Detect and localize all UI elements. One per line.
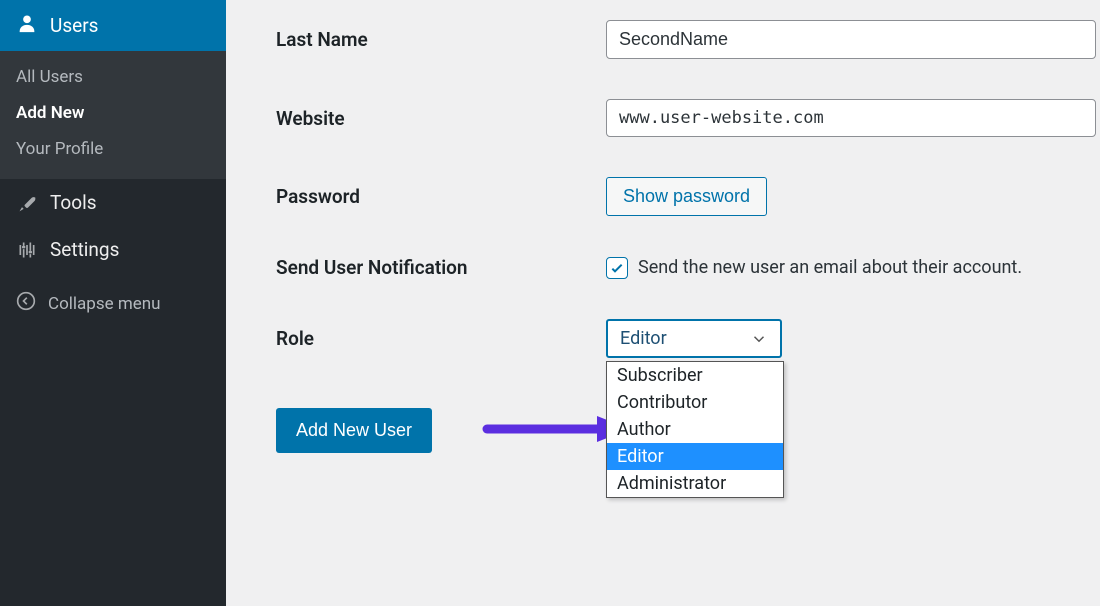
notification-checkbox-wrap: Send the new user an email about their a… bbox=[606, 257, 1022, 279]
notification-checkbox[interactable] bbox=[606, 257, 628, 279]
sliders-icon bbox=[16, 239, 38, 261]
row-role: Role Editor Subscriber Contributor Autho… bbox=[276, 319, 1100, 358]
label-password: Password bbox=[276, 185, 606, 208]
role-select-value: Editor bbox=[620, 328, 667, 349]
row-password: Password Show password bbox=[276, 177, 1100, 216]
input-website[interactable] bbox=[606, 99, 1096, 137]
sidebar-label-settings: Settings bbox=[50, 238, 119, 261]
role-select[interactable]: Editor Subscriber Contributor Author Edi… bbox=[606, 319, 782, 358]
sidebar-label-users: Users bbox=[50, 14, 98, 37]
sidebar-label-tools: Tools bbox=[50, 191, 97, 214]
label-role: Role bbox=[276, 327, 606, 350]
label-website: Website bbox=[276, 107, 606, 130]
row-notification: Send User Notification Send the new user… bbox=[276, 256, 1100, 279]
row-last-name: Last Name bbox=[276, 20, 1100, 59]
sidebar-collapse-label: Collapse menu bbox=[48, 294, 161, 314]
role-option-contributor[interactable]: Contributor bbox=[607, 389, 783, 416]
sidebar-item-users[interactable]: Users bbox=[0, 0, 226, 51]
role-option-editor[interactable]: Editor bbox=[607, 443, 783, 470]
chevron-down-icon bbox=[750, 330, 768, 348]
submenu-all-users[interactable]: All Users bbox=[0, 59, 226, 95]
sidebar-item-tools[interactable]: Tools bbox=[0, 179, 226, 226]
notification-checkbox-label: Send the new user an email about their a… bbox=[638, 257, 1022, 278]
input-last-name[interactable] bbox=[606, 20, 1096, 59]
role-option-subscriber[interactable]: Subscriber bbox=[607, 362, 783, 389]
sidebar-item-settings[interactable]: Settings bbox=[0, 226, 226, 273]
user-icon bbox=[16, 12, 38, 39]
role-dropdown: Subscriber Contributor Author Editor Adm… bbox=[606, 361, 784, 498]
role-option-administrator[interactable]: Administrator bbox=[607, 470, 783, 497]
show-password-button[interactable]: Show password bbox=[606, 177, 767, 216]
label-notification: Send User Notification bbox=[276, 256, 606, 279]
add-new-user-button[interactable]: Add New User bbox=[276, 408, 432, 453]
main-content: Last Name Website Password Show password… bbox=[226, 0, 1100, 606]
sidebar-collapse[interactable]: Collapse menu bbox=[0, 279, 226, 328]
wrench-icon bbox=[16, 192, 38, 214]
check-icon bbox=[609, 260, 625, 276]
submenu-your-profile[interactable]: Your Profile bbox=[0, 131, 226, 167]
submenu-add-new[interactable]: Add New bbox=[0, 95, 226, 131]
row-website: Website bbox=[276, 99, 1100, 137]
admin-sidebar: Users All Users Add New Your Profile Too… bbox=[0, 0, 226, 606]
sidebar-submenu-users: All Users Add New Your Profile bbox=[0, 51, 226, 179]
collapse-icon bbox=[16, 291, 36, 316]
role-option-author[interactable]: Author bbox=[607, 416, 783, 443]
label-last-name: Last Name bbox=[276, 28, 606, 51]
